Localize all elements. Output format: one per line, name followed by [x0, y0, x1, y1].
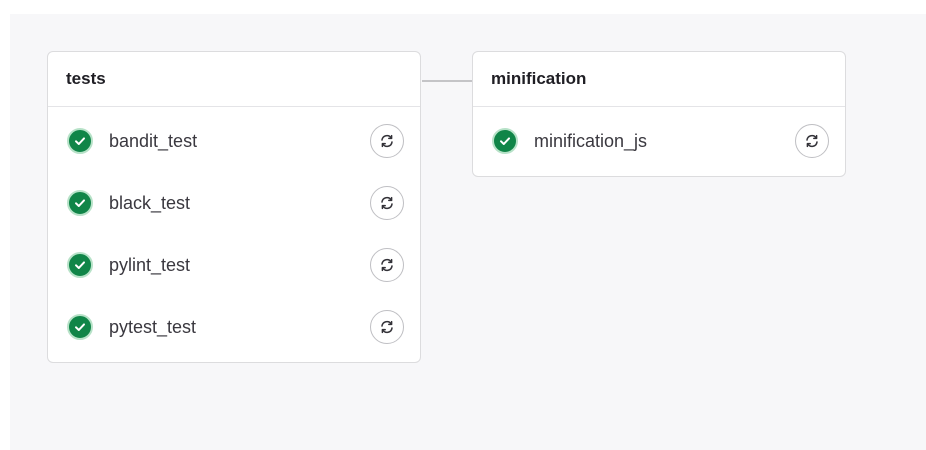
job-name[interactable]: black_test: [109, 193, 370, 214]
job-item-black-test[interactable]: black_test: [48, 172, 420, 234]
retry-button[interactable]: [370, 310, 404, 344]
retry-button[interactable]: [370, 124, 404, 158]
job-item-pytest-test[interactable]: pytest_test: [48, 296, 420, 358]
job-item-pylint-test[interactable]: pylint_test: [48, 234, 420, 296]
retry-icon: [381, 196, 393, 210]
status-success-icon: [67, 128, 93, 154]
status-success-icon: [492, 128, 518, 154]
retry-icon: [381, 320, 393, 334]
retry-icon: [381, 258, 393, 272]
stage-tests: tests bandit_test black_test pylint_test…: [47, 51, 421, 363]
status-success-icon: [67, 252, 93, 278]
retry-button[interactable]: [370, 248, 404, 282]
job-name[interactable]: pylint_test: [109, 255, 370, 276]
retry-button[interactable]: [795, 124, 829, 158]
job-name[interactable]: pytest_test: [109, 317, 370, 338]
stage-title: tests: [48, 52, 420, 107]
job-item-minification-js[interactable]: minification_js: [473, 110, 845, 172]
stage-title: minification: [473, 52, 845, 107]
retry-button[interactable]: [370, 186, 404, 220]
job-name[interactable]: bandit_test: [109, 131, 370, 152]
job-name[interactable]: minification_js: [534, 131, 795, 152]
job-list: minification_js: [473, 107, 845, 172]
stage-minification: minification minification_js: [472, 51, 846, 177]
retry-icon: [381, 134, 393, 148]
job-list: bandit_test black_test pylint_test pytes…: [48, 107, 420, 358]
job-item-bandit-test[interactable]: bandit_test: [48, 110, 420, 172]
status-success-icon: [67, 314, 93, 340]
status-success-icon: [67, 190, 93, 216]
stage-connector: [422, 80, 472, 82]
retry-icon: [806, 134, 818, 148]
